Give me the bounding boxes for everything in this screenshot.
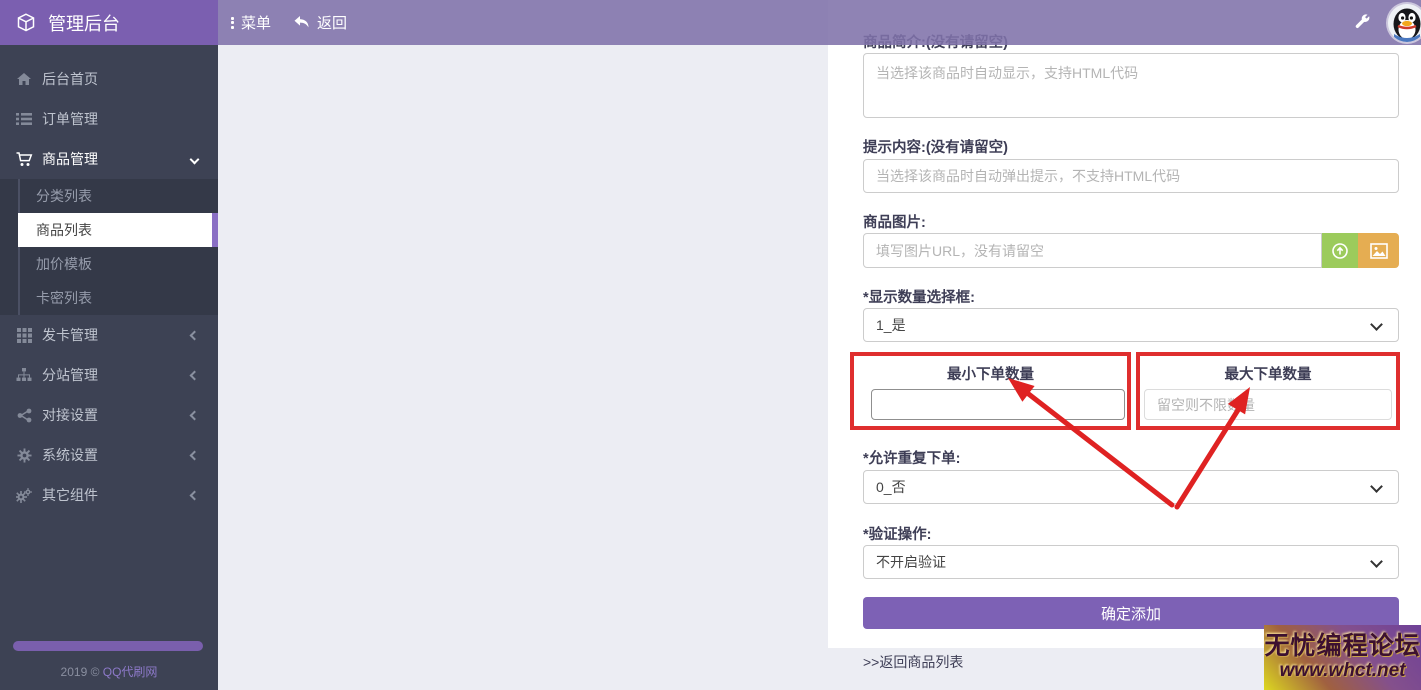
sub-item-label: 卡密列表 (36, 288, 92, 308)
chevron-down-icon (190, 155, 200, 165)
brand-title: 管理后台 (48, 10, 120, 36)
gear-icon (15, 448, 33, 463)
sub-item-label: 商品列表 (36, 220, 92, 240)
site-link[interactable]: QQ代刷网 (103, 665, 158, 679)
verify-value: 不开启验证 (876, 552, 946, 572)
sub-item-label: 分类列表 (36, 186, 92, 206)
annotation-arrows (990, 370, 1280, 520)
sidebar-item-label: 其它组件 (42, 485, 98, 505)
display-qty-value: 1_是 (876, 315, 906, 335)
verify-label: *验证操作: (863, 523, 931, 544)
products-submenu: 分类列表 商品列表 加价模板 卡密列表 (0, 179, 218, 315)
back-button[interactable]: 返回 (293, 0, 347, 45)
user-avatar[interactable] (1388, 4, 1421, 42)
sidebar-item-label: 订单管理 (42, 109, 98, 129)
back-to-product-list-link[interactable]: >>返回商品列表 (863, 652, 963, 672)
settings-wrench-button[interactable] (1354, 0, 1371, 45)
grid-icon (15, 328, 33, 343)
sidebar-item-other-components[interactable]: 其它组件 (0, 475, 218, 515)
sidebar-item-label: 对接设置 (42, 405, 98, 425)
vertical-dots-icon (231, 15, 234, 30)
sidebar-item-home[interactable]: 后台首页 (0, 59, 218, 99)
sidebar-item-markup-template[interactable]: 加价模板 (0, 247, 218, 281)
wrench-icon (1354, 14, 1371, 31)
chevron-down-icon (1370, 318, 1383, 331)
chevron-down-icon (1370, 480, 1383, 493)
verify-select[interactable]: 不开启验证 (863, 545, 1399, 579)
sidebar-item-label: 分站管理 (42, 365, 98, 385)
upload-image-button[interactable] (1322, 233, 1358, 268)
display-qty-select[interactable]: 1_是 (863, 308, 1399, 342)
chevron-left-icon (190, 451, 200, 461)
menu-toggle-button[interactable]: 菜单 (231, 0, 271, 45)
sidebar-item-card-mgmt[interactable]: 发卡管理 (0, 315, 218, 355)
chevron-left-icon (190, 411, 200, 421)
admin-page: 商品简介:(没有请留空) 提示内容:(没有请留空) 商品图片: *显示数量选择框… (0, 0, 1421, 690)
cart-icon (15, 152, 33, 167)
cube-icon (16, 13, 36, 33)
copyright-year: 2019 © (61, 665, 100, 679)
qty-select-label: *显示数量选择框: (863, 286, 975, 307)
active-item-strip (212, 213, 218, 247)
sitemap-icon (15, 368, 33, 382)
qq-penguin-icon (1388, 4, 1421, 42)
watermark-title: 无忧编程论坛 (1264, 633, 1420, 659)
sidebar-item-substation[interactable]: 分站管理 (0, 355, 218, 395)
sidebar-item-card-list[interactable]: 卡密列表 (0, 281, 218, 315)
tip-input[interactable] (863, 159, 1399, 193)
reply-arrow-icon (293, 15, 310, 30)
sidebar-item-system-settings[interactable]: 系统设置 (0, 435, 218, 475)
brand-header[interactable]: 管理后台 (0, 0, 218, 45)
image-url-input[interactable] (863, 233, 1322, 268)
cogs-icon (15, 488, 33, 503)
pick-image-button[interactable] (1358, 233, 1399, 268)
chevron-left-icon (190, 371, 200, 381)
sidebar-item-product-list[interactable]: 商品列表 (18, 213, 212, 247)
sidebar-item-docking[interactable]: 对接设置 (0, 395, 218, 435)
watermark-url: www.whct.net (1280, 660, 1406, 682)
image-icon (1370, 243, 1388, 259)
sub-item-label: 加价模板 (36, 254, 92, 274)
sidebar-item-category-list[interactable]: 分类列表 (0, 179, 218, 213)
forum-watermark: 无忧编程论坛 www.whct.net (1264, 625, 1421, 690)
sidebar-item-label: 后台首页 (42, 69, 98, 89)
chevron-left-icon (190, 491, 200, 501)
sidebar-item-orders[interactable]: 订单管理 (0, 99, 218, 139)
sidebar-item-products[interactable]: 商品管理 (0, 139, 218, 179)
chevron-left-icon (190, 331, 200, 341)
menu-label: 菜单 (241, 12, 271, 33)
sidebar-item-label: 发卡管理 (42, 325, 98, 345)
sidebar-item-label: 商品管理 (42, 149, 98, 169)
intro-textarea[interactable] (863, 53, 1399, 118)
chevron-down-icon (1370, 555, 1383, 568)
sidebar-divider-bar (13, 641, 203, 651)
repeat-order-value: 0_否 (876, 477, 906, 497)
sidebar-item-label: 系统设置 (42, 445, 98, 465)
upload-icon (1331, 242, 1349, 260)
sidebar-footer: 2019 © QQ代刷网 (0, 663, 218, 680)
back-label: 返回 (317, 12, 347, 33)
image-label: 商品图片: (863, 211, 926, 232)
tip-label: 提示内容:(没有请留空) (863, 136, 1008, 157)
sidebar: 管理后台 后台首页 订单管理 (0, 0, 218, 690)
repeat-order-label: *允许重复下单: (863, 447, 960, 468)
home-icon (15, 72, 33, 86)
share-nodes-icon (15, 408, 33, 423)
top-navbar: 菜单 返回 (217, 0, 1421, 45)
list-icon (15, 112, 33, 126)
